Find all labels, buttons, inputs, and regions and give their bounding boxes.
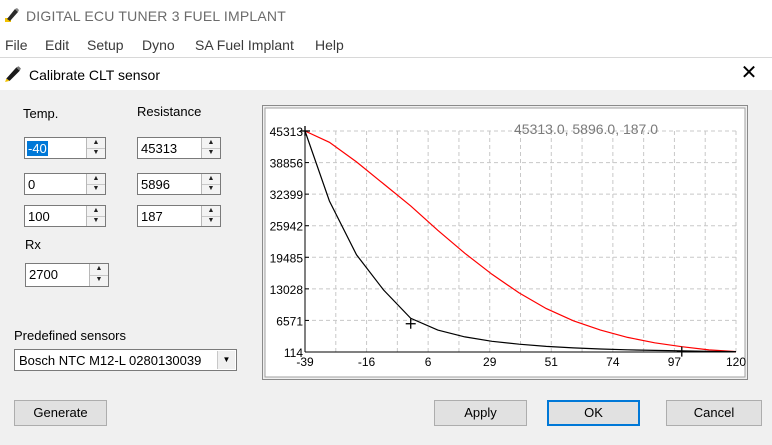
temp-input-1[interactable]: -40 ▲ ▼ [24, 137, 106, 159]
spin-down-icon[interactable]: ▼ [202, 216, 220, 226]
spin-arrows[interactable]: ▲ ▼ [201, 206, 220, 226]
resistance-value-3: 187 [141, 209, 163, 224]
y-tick-label: 19485 [270, 251, 304, 265]
menu-dyno[interactable]: Dyno [142, 37, 175, 53]
spin-arrows[interactable]: ▲ ▼ [86, 174, 105, 194]
resistance-value-1: 45313 [141, 141, 178, 156]
chevron-down-icon[interactable]: ▼ [217, 351, 235, 369]
x-tick-label: -16 [358, 355, 376, 369]
x-tick-label: 74 [606, 355, 620, 369]
predefined-sensors-select[interactable]: Bosch NTC M12-L 0280130039 ▼ [14, 349, 237, 371]
dialog-title: Calibrate CLT sensor [29, 67, 160, 83]
dialog-title-bar: Calibrate CLT sensor ✕ [0, 57, 772, 91]
menu-setup[interactable]: Setup [87, 37, 124, 53]
calibration-chart: 4531338856323992594219485130286571114 -3… [262, 105, 748, 380]
x-tick-label: 97 [668, 355, 682, 369]
resistance-label: Resistance [137, 104, 202, 119]
x-tick-label: 29 [483, 355, 497, 369]
temp-input-2[interactable]: 0 ▲ ▼ [24, 173, 106, 195]
temp-value-1: -40 [27, 141, 48, 156]
temp-value-2: 0 [28, 177, 36, 192]
predefined-sensors-label: Predefined sensors [14, 328, 127, 343]
spin-down-icon[interactable]: ▼ [87, 148, 105, 158]
x-tick-label: -39 [296, 355, 314, 369]
temp-label: Temp. [23, 106, 59, 121]
spin-arrows[interactable]: ▲ ▼ [86, 138, 105, 158]
y-tick-label: 6571 [276, 314, 303, 328]
chart-readout: 45313.0, 5896.0, 187.0 [514, 121, 658, 137]
temp-input-3[interactable]: 100 ▲ ▼ [24, 205, 106, 227]
resistance-input-2[interactable]: 5896 ▲ ▼ [137, 173, 221, 195]
y-tick-label: 45313 [270, 125, 304, 139]
spin-arrows[interactable]: ▲ ▼ [201, 174, 220, 194]
ok-button[interactable]: OK [547, 400, 640, 426]
spin-arrows[interactable]: ▲ ▼ [89, 264, 108, 286]
cancel-button[interactable]: Cancel [666, 400, 762, 426]
y-tick-label: 38856 [270, 157, 304, 171]
y-tick-label: 32399 [270, 188, 304, 202]
generate-button[interactable]: Generate [14, 400, 107, 426]
pencil-icon [5, 66, 21, 82]
app-title: DIGITAL ECU TUNER 3 FUEL IMPLANT [26, 8, 286, 24]
spin-arrows[interactable]: ▲ ▼ [201, 138, 220, 158]
rx-label: Rx [25, 237, 41, 252]
apply-button[interactable]: Apply [434, 400, 527, 426]
x-tick-label: 120 [726, 355, 746, 369]
menu-help[interactable]: Help [315, 37, 344, 53]
spin-down-icon[interactable]: ▼ [87, 216, 105, 226]
y-tick-label: 13028 [270, 283, 304, 297]
menu-bar: File Edit Setup Dyno SA Fuel Implant Hel… [0, 34, 772, 56]
predefined-sensor-value: Bosch NTC M12-L 0280130039 [19, 353, 202, 368]
menu-edit[interactable]: Edit [45, 37, 69, 53]
temp-value-3: 100 [28, 209, 50, 224]
y-tick-label: 25942 [270, 220, 304, 234]
spin-down-icon[interactable]: ▼ [90, 275, 108, 285]
spin-down-icon[interactable]: ▼ [87, 184, 105, 194]
spin-down-icon[interactable]: ▼ [202, 184, 220, 194]
resistance-input-3[interactable]: 187 ▲ ▼ [137, 205, 221, 227]
rx-input[interactable]: 2700 ▲ ▼ [25, 263, 109, 287]
spin-down-icon[interactable]: ▼ [202, 148, 220, 158]
menu-sa-fuel-implant[interactable]: SA Fuel Implant [195, 37, 294, 53]
menu-file[interactable]: File [5, 37, 28, 53]
x-tick-label: 6 [425, 355, 432, 369]
app-title-bar: DIGITAL ECU TUNER 3 FUEL IMPLANT [0, 0, 772, 34]
close-icon[interactable]: ✕ [740, 63, 758, 83]
resistance-value-2: 5896 [141, 177, 170, 192]
x-tick-label: 51 [545, 355, 559, 369]
pencil-icon [5, 8, 19, 22]
spin-arrows[interactable]: ▲ ▼ [86, 206, 105, 226]
resistance-input-1[interactable]: 45313 ▲ ▼ [137, 137, 221, 159]
rx-value: 2700 [29, 267, 58, 282]
